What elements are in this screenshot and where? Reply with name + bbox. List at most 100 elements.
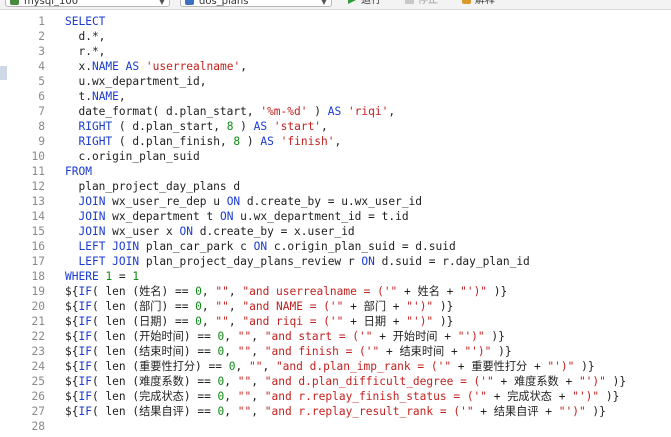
code-line: 27 ${IF( len (结果自评) == 0, "", "and r.repl… xyxy=(0,404,671,419)
code-token: , xyxy=(262,360,276,373)
code-token: WHERE xyxy=(65,270,99,283)
code-line: 3 r.*, xyxy=(0,44,671,59)
code-token: + 部门 + xyxy=(343,300,407,313)
code-token: 'start' xyxy=(273,120,322,133)
code-text: ${IF( len (姓名) == 0, "", "and userrealna… xyxy=(65,284,507,299)
code-token: + 开始时间 + xyxy=(372,330,458,343)
code-text: WHERE 1 = 1 xyxy=(65,269,139,284)
code-token: LEFT JOIN xyxy=(78,255,140,268)
code-line: 23 ${IF( len (结束时间) == 0, "", "and finish… xyxy=(0,344,671,359)
code-line: 11 FROM xyxy=(0,164,671,179)
line-number: 28 xyxy=(31,420,45,433)
code-token: )} xyxy=(491,345,512,358)
code-token: ${ xyxy=(65,300,79,313)
code-token: AS xyxy=(125,60,140,73)
code-token: plan_project_day_plans_review r xyxy=(139,255,362,268)
line-number: 17 xyxy=(31,255,45,268)
code-token: 1 xyxy=(132,270,140,283)
code-line: 15 JOIN wx_user x ON d.create_by = x.use… xyxy=(0,224,671,239)
code-token: , xyxy=(251,375,265,388)
code-token: , xyxy=(201,300,216,313)
code-token: )} xyxy=(585,405,606,418)
code-token: ( len (完成状态) == xyxy=(91,390,218,403)
code-token: "and start = ('" xyxy=(264,330,373,343)
explain-button[interactable]: 解释 xyxy=(462,0,495,7)
stop-button[interactable]: 停止 xyxy=(405,0,438,7)
code-token: , xyxy=(224,405,238,418)
code-token: ( len (难度系数) == xyxy=(91,375,218,388)
code-token: )} xyxy=(433,300,454,313)
sql-editor[interactable]: 1 SELECT 2 d.*, 3 r.*, 4 x.NAME AS 'userreal… xyxy=(0,14,671,434)
code-text: LEFT JOIN plan_car_park c ON c.origin_pl… xyxy=(65,239,455,254)
code-token: "')" xyxy=(406,315,434,328)
code-token: IF xyxy=(78,390,92,403)
code-token: JOIN xyxy=(78,195,106,208)
chevron-down-icon: ▼ xyxy=(320,0,327,6)
code-token: )} xyxy=(574,360,595,373)
code-token: )} xyxy=(599,390,620,403)
table-select[interactable]: dos_plans ▼ xyxy=(180,0,332,7)
code-token: u.wx_department_id, xyxy=(65,75,207,88)
table-icon xyxy=(185,0,194,5)
code-token: , xyxy=(235,360,249,373)
code-text: ${IF( len (开始时间) == 0, "", "and start = … xyxy=(65,329,505,344)
code-token: JOIN xyxy=(78,210,106,223)
code-token: ON xyxy=(179,225,194,238)
code-token: "and userrealname = ('" xyxy=(242,285,398,298)
code-token: "" xyxy=(237,375,252,388)
code-token: JOIN xyxy=(78,225,106,238)
code-token: + 重要性打分 + xyxy=(451,360,548,373)
code-text: ${IF( len (重要性打分) == 0, "", "and d.plan_… xyxy=(65,359,595,374)
code-token: ${ xyxy=(65,405,79,418)
code-token: + 日期 + xyxy=(343,315,407,328)
line-number: 12 xyxy=(31,180,45,193)
code-text: d.*, xyxy=(65,29,105,44)
code-token: '%m-%d' xyxy=(260,105,308,118)
code-text: c.origin_plan_suid xyxy=(65,149,199,164)
line-number: 4 xyxy=(38,60,45,73)
code-token: "" xyxy=(215,285,229,298)
explain-label: 解释 xyxy=(475,0,495,6)
code-text: RIGHT ( d.plan_finish, 8 ) AS 'finish', xyxy=(65,134,341,149)
line-number: 19 xyxy=(31,285,45,298)
code-text: r.*, xyxy=(65,44,105,59)
code-token: wx_user x xyxy=(105,225,180,238)
code-token: ${ xyxy=(65,360,79,373)
code-line: 16 LEFT JOIN plan_car_park c ON c.origin… xyxy=(0,239,671,254)
code-line: 14 JOIN wx_department t ON u.wx_departme… xyxy=(0,209,671,224)
code-token: , xyxy=(224,375,238,388)
run-label: 运行 xyxy=(361,0,381,6)
code-token: ON xyxy=(361,255,375,268)
run-button[interactable]: 运行 xyxy=(348,0,381,7)
code-token: ( len (结束时间) == xyxy=(91,345,218,358)
code-token: , xyxy=(334,135,342,148)
code-line: 21 ${IF( len (日期) == 0, "", "and riqi = (… xyxy=(0,314,671,329)
code-token: NAME xyxy=(91,60,119,73)
stop-label: 停止 xyxy=(418,0,438,6)
code-line: 22 ${IF( len (开始时间) == 0, "", "and start … xyxy=(0,329,671,344)
code-token: ) xyxy=(307,105,328,118)
code-token: + 难度系数 + xyxy=(493,375,579,388)
code-token: wx_department t xyxy=(105,210,220,223)
code-token: t. xyxy=(65,90,92,103)
code-token: ) xyxy=(240,135,261,148)
code-line: 2 d.*, xyxy=(0,29,671,44)
code-text: LEFT JOIN plan_project_day_plans_review … xyxy=(65,254,529,269)
code-text: JOIN wx_user x ON d.create_by = x.user_i… xyxy=(65,224,354,239)
database-select[interactable]: mysql_100 ▼ xyxy=(5,0,170,7)
code-line: 6 t.NAME, xyxy=(0,89,671,104)
line-number: 16 xyxy=(31,240,45,253)
code-token: ${ xyxy=(65,375,79,388)
code-token: 'finish' xyxy=(280,135,335,148)
code-token: x. xyxy=(65,60,92,73)
code-token: ON xyxy=(253,240,268,253)
code-token: "')" xyxy=(558,405,586,418)
code-token: AS xyxy=(327,105,342,118)
code-line: 28 xyxy=(0,419,671,434)
code-token: "" xyxy=(237,330,252,343)
code-text: ${IF( len (难度系数) == 0, "", "and d.plan_d… xyxy=(65,374,626,389)
